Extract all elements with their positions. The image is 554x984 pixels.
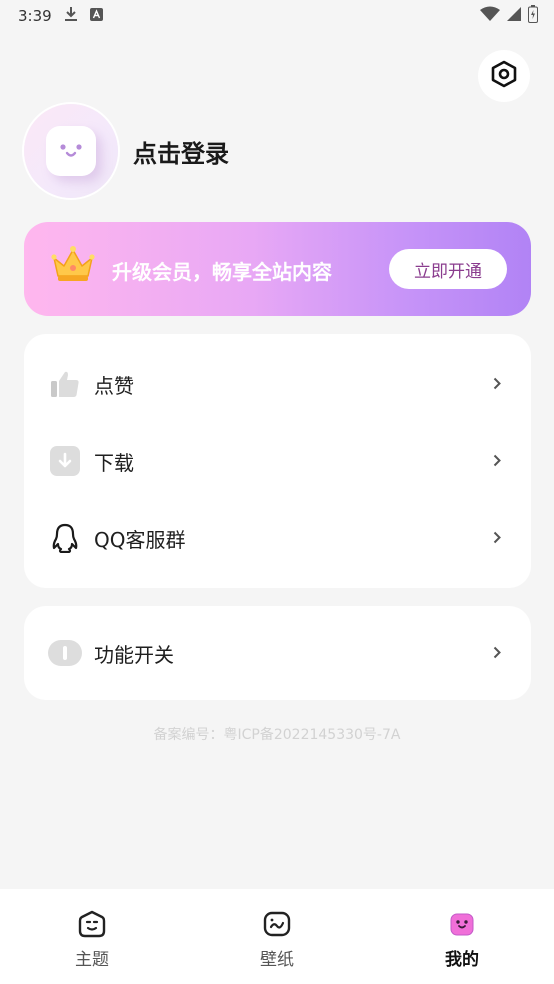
login-link[interactable]: 点击登录: [133, 134, 229, 169]
status-time: 3:39: [18, 7, 52, 25]
tab-label: 主题: [75, 950, 109, 970]
keyboard-status-icon: [89, 7, 103, 25]
chevron-right-icon: [493, 452, 501, 471]
toggle-icon: [48, 636, 82, 670]
tab-wallpaper[interactable]: 壁纸: [217, 889, 337, 984]
bottom-tab-bar: 主题 壁纸 我的: [0, 889, 554, 984]
download-icon: [48, 444, 82, 478]
chevron-right-icon: [493, 644, 501, 663]
feature-card: 功能开关: [24, 606, 531, 700]
menu-item-label: 功能开关: [94, 642, 174, 667]
download-status-icon: [64, 6, 78, 26]
vip-promo-text: 升级会员，畅享全站内容: [112, 260, 332, 284]
settings-button[interactable]: [478, 50, 530, 102]
menu-item-label: 下载: [94, 450, 134, 475]
tab-theme[interactable]: 主题: [32, 889, 152, 984]
menu-item-qq-group[interactable]: QQ客服群: [24, 508, 531, 568]
avatar-face-icon: [46, 126, 96, 176]
avatar[interactable]: [24, 104, 118, 198]
icp-record[interactable]: 备案编号：粤ICP备2022145330号-7A: [0, 724, 554, 744]
tab-label: 我的: [445, 950, 479, 970]
menu-item-feature-toggle[interactable]: 功能开关: [24, 623, 531, 683]
menu-item-download[interactable]: 下载: [24, 431, 531, 491]
settings-hexagon-icon: [491, 60, 517, 92]
chevron-right-icon: [493, 375, 501, 394]
status-bar: 3:39: [0, 0, 554, 32]
vip-banner[interactable]: 升级会员，畅享全站内容 立即开通: [24, 222, 531, 316]
tab-label: 壁纸: [260, 950, 294, 970]
crown-icon: [50, 244, 96, 288]
theme-face-icon: [77, 909, 107, 939]
menu-item-like[interactable]: 点赞: [24, 354, 531, 414]
wallpaper-face-icon: [262, 909, 292, 939]
battery-icon: [528, 5, 538, 27]
menu-item-label: 点赞: [94, 373, 134, 398]
signal-icon: [506, 6, 522, 26]
qq-penguin-icon: [48, 521, 82, 555]
vip-open-button[interactable]: 立即开通: [389, 249, 507, 289]
menu-item-label: QQ客服群: [94, 527, 186, 552]
menu-card: 点赞 下载 QQ客服群: [24, 334, 531, 588]
thumbs-up-icon: [48, 367, 82, 401]
mine-face-icon: [447, 909, 477, 939]
wifi-icon: [480, 6, 500, 26]
chevron-right-icon: [493, 529, 501, 548]
tab-mine[interactable]: 我的: [402, 889, 522, 984]
